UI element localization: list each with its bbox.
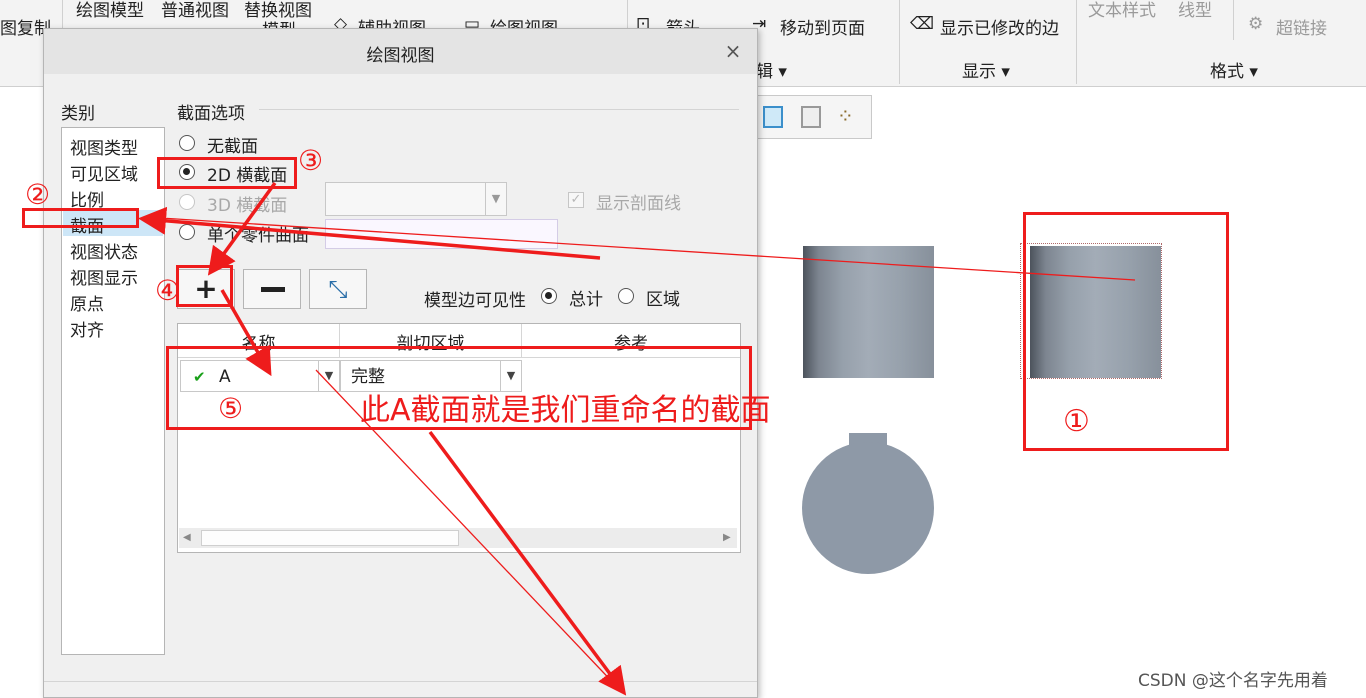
annotation-box-add-button bbox=[176, 265, 233, 307]
annotation-arrow-down bbox=[428, 430, 627, 696]
annotation-number-5: ⑤ bbox=[218, 392, 244, 425]
annotation-box-section-view bbox=[1023, 212, 1229, 451]
annotation-box-category bbox=[22, 208, 139, 228]
annotation-arrow-to-category bbox=[138, 206, 601, 260]
annotation-number-1: ① bbox=[1063, 404, 1090, 439]
watermark: CSDN @这个名字先用着 bbox=[1138, 671, 1328, 691]
annotation-number-3: ③ bbox=[298, 144, 324, 177]
annotation-number-4: ④ bbox=[155, 274, 181, 307]
annotation-line bbox=[144, 216, 1136, 281]
annotation-note: 此A截面就是我们重命名的截面 bbox=[360, 393, 771, 428]
annotation-number-2: ② bbox=[25, 178, 51, 211]
annotation-box-2d-section bbox=[157, 157, 297, 189]
